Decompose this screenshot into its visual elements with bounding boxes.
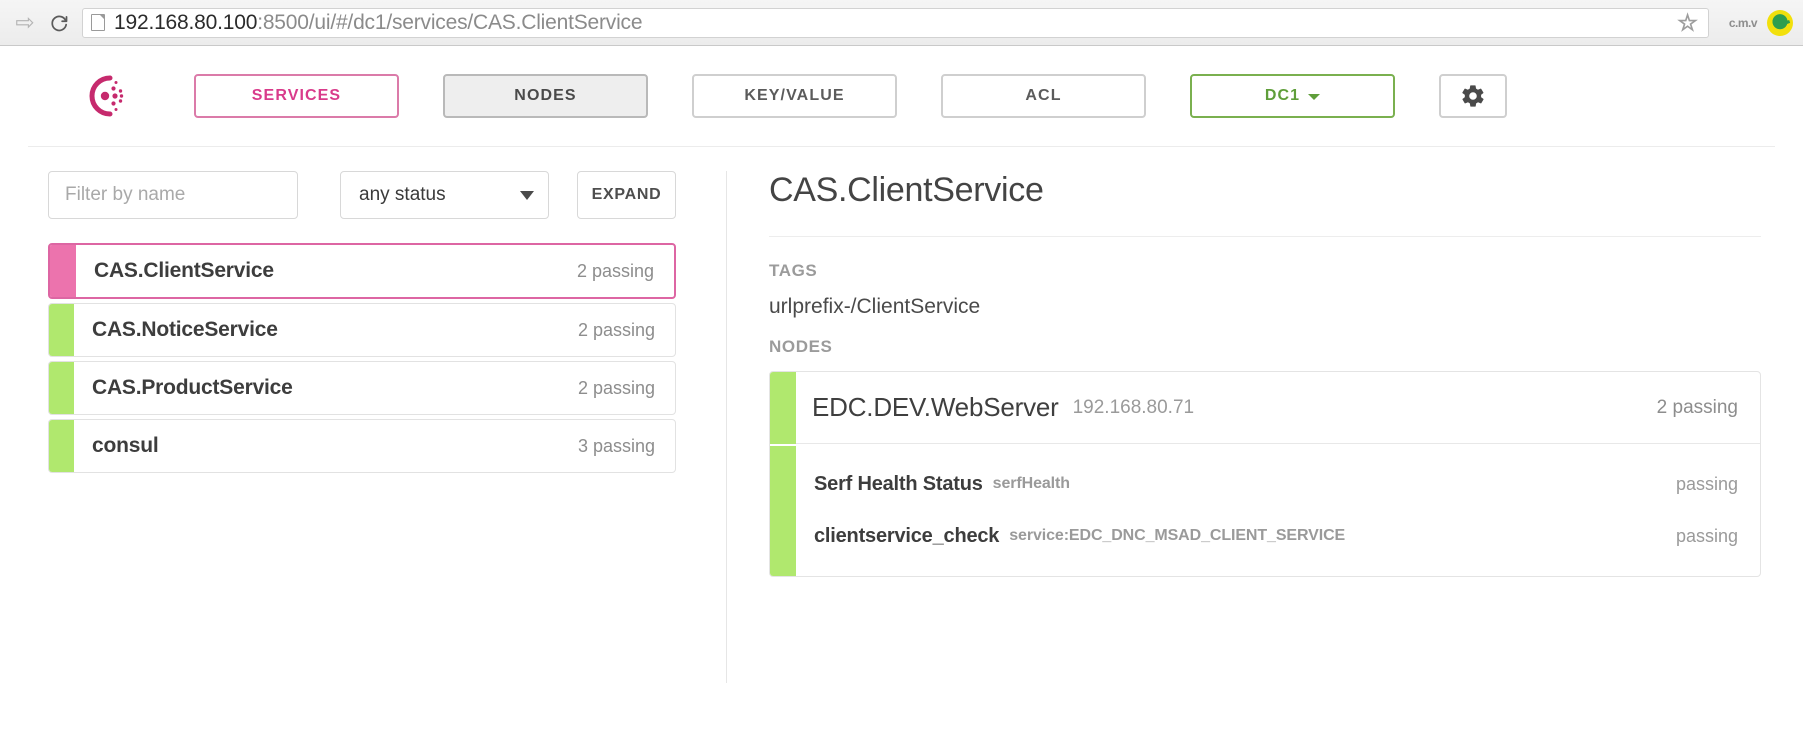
datacenter-label: DC1 <box>1265 87 1300 105</box>
title-divider <box>769 236 1761 237</box>
node-health-bars <box>770 372 796 576</box>
service-name: CAS.NoticeService <box>92 318 278 342</box>
health-check-row: clientservice_check service:EDC_DNC_MSAD… <box>796 510 1760 562</box>
address-bar[interactable]: 192.168.80.100:8500/ui/#/dc1/services/CA… <box>82 8 1709 38</box>
tags-section-label: TAGS <box>769 261 1761 281</box>
node-card-body: EDC.DEV.WebServer 192.168.80.71 2 passin… <box>796 372 1760 576</box>
service-status: 2 passing <box>578 378 655 399</box>
health-status-bar <box>49 362 74 414</box>
node-status: 2 passing <box>1657 397 1738 419</box>
chevron-down-icon <box>1308 94 1320 100</box>
service-name: consul <box>92 434 158 458</box>
consul-logo[interactable] <box>80 70 132 122</box>
tab-acl[interactable]: ACL <box>941 74 1146 118</box>
address-bar-text: 192.168.80.100:8500/ui/#/dc1/services/CA… <box>114 11 642 35</box>
checks-top-spacer <box>796 444 1760 458</box>
consul-navbar: SERVICES NODES KEY/VALUE ACL DC1 <box>0 46 1803 146</box>
tab-services-label: SERVICES <box>252 87 341 105</box>
service-list-item-consul[interactable]: consul 3 passing <box>48 419 676 473</box>
expand-button[interactable]: EXPAND <box>577 171 676 219</box>
service-list-item-cas-productservice[interactable]: CAS.ProductService 2 passing <box>48 361 676 415</box>
forward-arrow-icon[interactable]: ⇨ <box>8 6 42 40</box>
star-bookmark-icon[interactable]: ☆ <box>1677 11 1698 34</box>
datacenter-dropdown[interactable]: DC1 <box>1190 74 1395 118</box>
tab-acl-label: ACL <box>1025 87 1061 105</box>
service-detail-panel: CAS.ClientService TAGS urlprefix-/Client… <box>727 171 1803 683</box>
service-name: CAS.ProductService <box>92 376 293 400</box>
page-document-icon <box>91 14 105 31</box>
settings-button[interactable] <box>1439 74 1507 118</box>
browser-toolbar: ⇨ 192.168.80.100:8500/ui/#/dc1/services/… <box>0 0 1803 46</box>
node-health-bar <box>770 372 796 444</box>
gear-icon <box>1460 83 1486 109</box>
health-status-bar <box>49 420 74 472</box>
service-status: 2 passing <box>578 320 655 341</box>
health-status-bar <box>50 245 76 297</box>
tab-nodes-label: NODES <box>514 87 576 105</box>
node-ip-address: 192.168.80.71 <box>1073 397 1195 419</box>
tag-value: urlprefix-/ClientService <box>769 295 1761 319</box>
extension-label: c.m.v <box>1719 16 1767 30</box>
main-content: any status EXPAND CAS.ClientService 2 pa… <box>0 147 1803 683</box>
nav-tabs: SERVICES NODES KEY/VALUE ACL DC1 <box>194 74 1775 118</box>
nodes-section-label: NODES <box>769 337 1761 357</box>
health-check-status: passing <box>1676 474 1738 495</box>
tab-nodes[interactable]: NODES <box>443 74 648 118</box>
filter-toolbar: any status EXPAND <box>48 171 676 219</box>
service-status: 2 passing <box>577 261 654 282</box>
node-name: EDC.DEV.WebServer <box>812 392 1059 423</box>
node-header[interactable]: EDC.DEV.WebServer 192.168.80.71 2 passin… <box>796 372 1760 444</box>
health-check-name: Serf Health Status <box>814 473 983 496</box>
health-check-name: clientservice_check <box>814 525 999 548</box>
expand-button-label: EXPAND <box>592 186 662 204</box>
service-status: 3 passing <box>578 436 655 457</box>
search-input[interactable] <box>48 171 298 219</box>
health-check-id: service:EDC_DNC_MSAD_CLIENT_SERVICE <box>1009 527 1345 545</box>
tab-key-value[interactable]: KEY/VALUE <box>692 74 897 118</box>
services-sidebar: any status EXPAND CAS.ClientService 2 pa… <box>0 171 727 683</box>
status-filter-select[interactable]: any status <box>340 171 549 219</box>
health-check-status: passing <box>1676 526 1738 547</box>
service-list: CAS.ClientService 2 passing CAS.NoticeSe… <box>48 243 676 473</box>
checks-health-bar <box>770 446 796 576</box>
reload-icon[interactable] <box>42 6 76 40</box>
health-check-id: serfHealth <box>993 475 1070 493</box>
node-card[interactable]: EDC.DEV.WebServer 192.168.80.71 2 passin… <box>769 371 1761 577</box>
service-name: CAS.ClientService <box>94 259 274 283</box>
service-list-item-cas-clientservice[interactable]: CAS.ClientService 2 passing <box>48 243 676 299</box>
page-title: CAS.ClientService <box>769 171 1761 210</box>
status-filter-value: any status <box>359 184 446 206</box>
tab-services[interactable]: SERVICES <box>194 74 399 118</box>
select-caret-icon <box>520 191 534 200</box>
extension-circle-icon[interactable] <box>1767 10 1793 36</box>
service-list-item-cas-noticeservice[interactable]: CAS.NoticeService 2 passing <box>48 303 676 357</box>
tab-key-value-label: KEY/VALUE <box>744 87 844 105</box>
health-status-bar <box>49 304 74 356</box>
health-check-row: Serf Health Status serfHealth passing <box>796 458 1760 510</box>
checks-bottom-spacer <box>796 562 1760 576</box>
